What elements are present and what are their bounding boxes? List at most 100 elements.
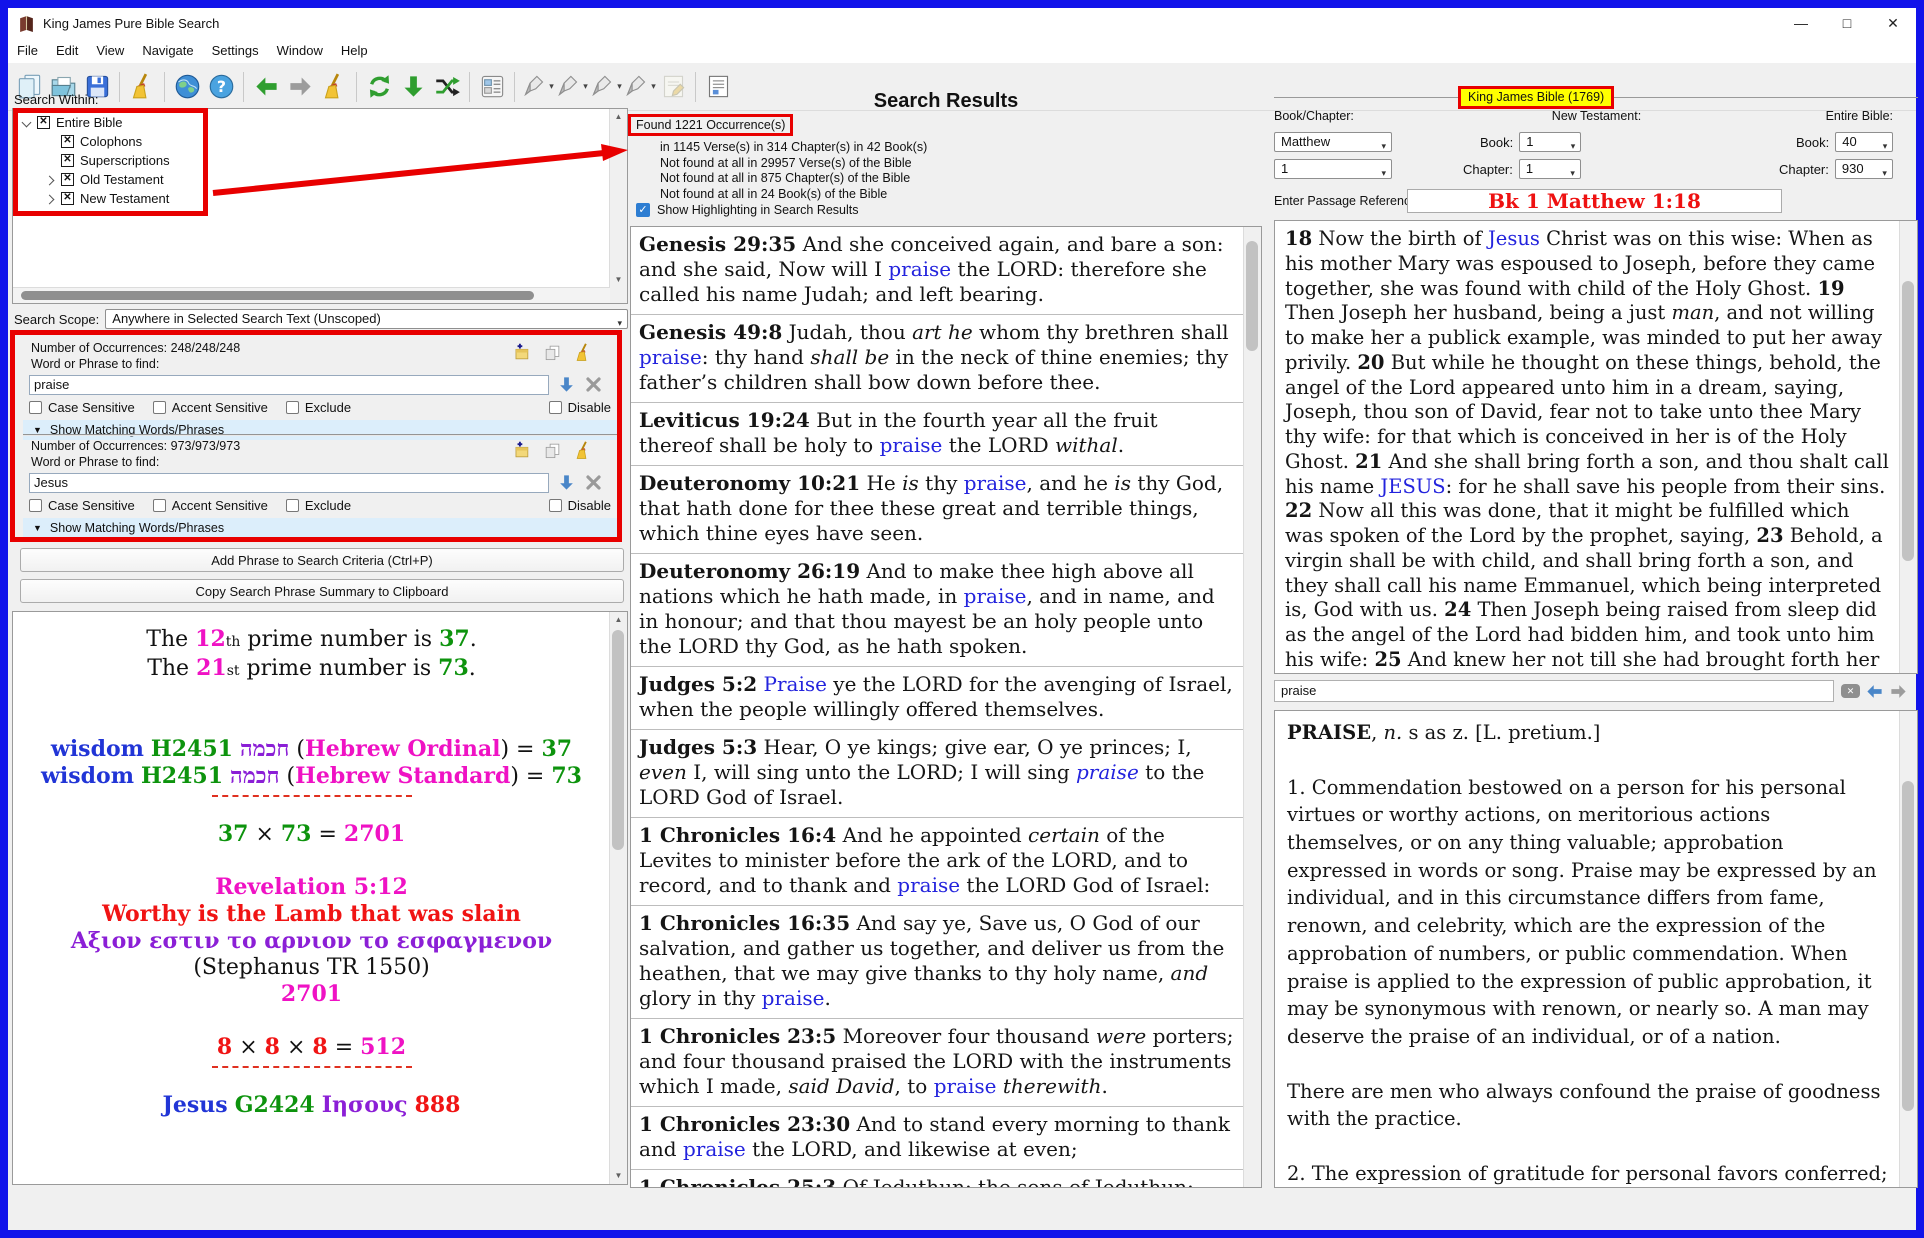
tree-expander-icon[interactable]	[19, 115, 35, 131]
copy-summary-button[interactable]: Copy Search Phrase Summary to Clipboard	[20, 579, 624, 603]
duplicate-phrase-icon[interactable]	[543, 441, 562, 460]
menu-item[interactable]: Edit	[47, 43, 87, 58]
tree-item[interactable]: ✕ Entire Bible	[15, 113, 625, 132]
tree-horizontal-scrollbar[interactable]	[13, 287, 610, 303]
exclude-checkbox[interactable]	[286, 499, 299, 512]
tree-checkbox[interactable]: ✕	[37, 116, 50, 129]
scroll-down-icon[interactable]: ▼	[610, 1168, 627, 1184]
search-result-verse[interactable]: Deuteronomy 10:21 He is thy praise, and …	[631, 466, 1244, 554]
eb-book-dropdown[interactable]: 40▾	[1835, 132, 1893, 152]
search-result-verse[interactable]: Genesis 49:8 Judah, thou art he whom thy…	[631, 315, 1244, 403]
nt-chapter-dropdown[interactable]: 1▾	[1519, 159, 1581, 179]
search-result-verse[interactable]: Judges 5:2 Praise ye the LORD for the av…	[631, 667, 1244, 730]
remove-phrase-icon[interactable]	[584, 473, 603, 492]
book-dropdown[interactable]: Matthew▾	[1274, 132, 1392, 152]
tree-expander-icon[interactable]	[43, 191, 59, 207]
add-phrase-button[interactable]: Add Phrase to Search Criteria (Ctrl+P)	[20, 548, 624, 572]
search-result-verse[interactable]: 1 Chronicles 23:5 Moreover four thousand…	[631, 1019, 1244, 1107]
dictionary-vertical-scrollbar[interactable]	[1899, 711, 1917, 1187]
remove-phrase-icon[interactable]	[584, 375, 603, 394]
tree-expander-icon[interactable]	[43, 134, 59, 150]
drop-list-icon[interactable]	[557, 473, 576, 492]
phrase-input[interactable]: praise	[29, 375, 549, 395]
numerics-vertical-scrollbar[interactable]: ▲ ▼	[609, 612, 627, 1184]
search-result-verse[interactable]: 1 Chronicles 16:4 And he appointed certa…	[631, 818, 1244, 906]
eb-chapter-dropdown[interactable]: 930▾	[1835, 159, 1893, 179]
case-sensitive-checkbox[interactable]	[29, 499, 42, 512]
scroll-down-icon[interactable]: ▼	[610, 272, 627, 288]
drop-list-icon[interactable]	[557, 375, 576, 394]
passage-reference-input[interactable]: Bk 1 Matthew 1:18	[1407, 189, 1782, 213]
clear-search-icon[interactable]: ✕	[1840, 680, 1861, 702]
menu-item[interactable]: Navigate	[133, 43, 202, 58]
details-view-button[interactable]	[475, 68, 509, 106]
search-result-verse[interactable]: Genesis 29:35 And she conceived again, a…	[631, 227, 1244, 315]
exclude-checkbox[interactable]	[286, 401, 299, 414]
search-result-verse[interactable]: Judges 5:3 Hear, O ye kings; give ear, O…	[631, 730, 1244, 818]
minimize-button[interactable]: —	[1778, 8, 1824, 38]
scroll-up-icon[interactable]: ▲	[610, 109, 627, 125]
search-result-verse[interactable]: Leviticus 19:24 But in the fourth year a…	[631, 403, 1244, 466]
highlighter-3-button[interactable]: ▾	[588, 68, 622, 106]
search-result-verse[interactable]: 1 Chronicles 25:3 Of Jeduthun: the sons …	[631, 1170, 1244, 1187]
dictionary-search-input[interactable]: praise	[1274, 680, 1834, 702]
tree-item[interactable]: ✕ Colophons	[15, 132, 625, 151]
tree-vertical-scrollbar[interactable]: ▲ ▼	[609, 109, 627, 303]
clear-phrase-icon[interactable]	[574, 441, 593, 460]
add-phrase-icon[interactable]	[512, 343, 531, 362]
chevron-down-icon: ▾	[1882, 164, 1887, 179]
refresh-button[interactable]	[362, 68, 396, 106]
back-button[interactable]	[249, 68, 283, 106]
tree-expander-icon[interactable]	[43, 172, 59, 188]
tree-checkbox[interactable]: ✕	[61, 154, 74, 167]
close-button[interactable]: ✕	[1870, 8, 1916, 38]
show-matching-toggle[interactable]: ▼ Show Matching Words/Phrases	[23, 518, 619, 538]
results-vertical-scrollbar[interactable]	[1243, 227, 1261, 1187]
accent-sensitive-checkbox[interactable]	[153, 499, 166, 512]
load-verses-button[interactable]	[396, 68, 430, 106]
tree-item[interactable]: ✕ Old Testament	[15, 170, 625, 189]
search-result-verse[interactable]: 1 Chronicles 16:35 And say ye, Save us, …	[631, 906, 1244, 1019]
nt-book-dropdown[interactable]: 1▾	[1519, 132, 1581, 152]
random-passage-icon	[434, 73, 461, 100]
menu-item[interactable]: File	[8, 43, 47, 58]
disable-checkbox[interactable]	[549, 499, 562, 512]
search-phrase-panel: Number of Occurrences: 248/248/248 Word …	[23, 338, 619, 434]
menu-item[interactable]: View	[87, 43, 133, 58]
tree-item[interactable]: ✕ New Testament	[15, 189, 625, 208]
clear-small-button[interactable]	[317, 68, 351, 106]
tree-item[interactable]: ✕ Superscriptions	[15, 151, 625, 170]
duplicate-phrase-icon[interactable]	[543, 343, 562, 362]
forward-button[interactable]	[283, 68, 317, 106]
random-passage-button[interactable]	[430, 68, 464, 106]
scroll-up-icon[interactable]: ▲	[610, 612, 627, 628]
disable-checkbox[interactable]	[549, 401, 562, 414]
history-forward-icon[interactable]	[1888, 680, 1909, 702]
numeric-analysis-panel: The 12th prime number is 37.The 21st pri…	[12, 611, 628, 1185]
help-button[interactable]	[204, 68, 238, 106]
clear-phrase-icon[interactable]	[574, 343, 593, 362]
tree-expander-icon[interactable]	[43, 153, 59, 169]
accent-sensitive-checkbox[interactable]	[153, 401, 166, 414]
clear-search-button[interactable]	[125, 68, 159, 106]
menu-item[interactable]: Help	[332, 43, 377, 58]
browse-web-button[interactable]	[170, 68, 204, 106]
menu-item[interactable]: Settings	[203, 43, 268, 58]
show-highlighting-checkbox[interactable]: ✓	[636, 203, 650, 217]
scripture-vertical-scrollbar[interactable]	[1899, 221, 1917, 673]
case-sensitive-checkbox[interactable]	[29, 401, 42, 414]
phrase-input[interactable]: Jesus	[29, 473, 549, 493]
tree-checkbox[interactable]: ✕	[61, 135, 74, 148]
maximize-button[interactable]: □	[1824, 8, 1870, 38]
menu-item[interactable]: Window	[268, 43, 332, 58]
tree-checkbox[interactable]: ✕	[61, 192, 74, 205]
add-phrase-icon[interactable]	[512, 441, 531, 460]
highlighter-2-button[interactable]: ▾	[554, 68, 588, 106]
chapter-dropdown[interactable]: 1▾	[1274, 159, 1392, 179]
history-back-icon[interactable]	[1864, 680, 1885, 702]
search-result-verse[interactable]: Deuteronomy 26:19 And to make thee high …	[631, 554, 1244, 667]
highlighter-1-button[interactable]: ▾	[520, 68, 554, 106]
search-scope-dropdown[interactable]: Anywhere in Selected Search Text (Unscop…	[105, 309, 628, 329]
search-result-verse[interactable]: 1 Chronicles 23:30 And to stand every mo…	[631, 1107, 1244, 1170]
tree-checkbox[interactable]: ✕	[61, 173, 74, 186]
